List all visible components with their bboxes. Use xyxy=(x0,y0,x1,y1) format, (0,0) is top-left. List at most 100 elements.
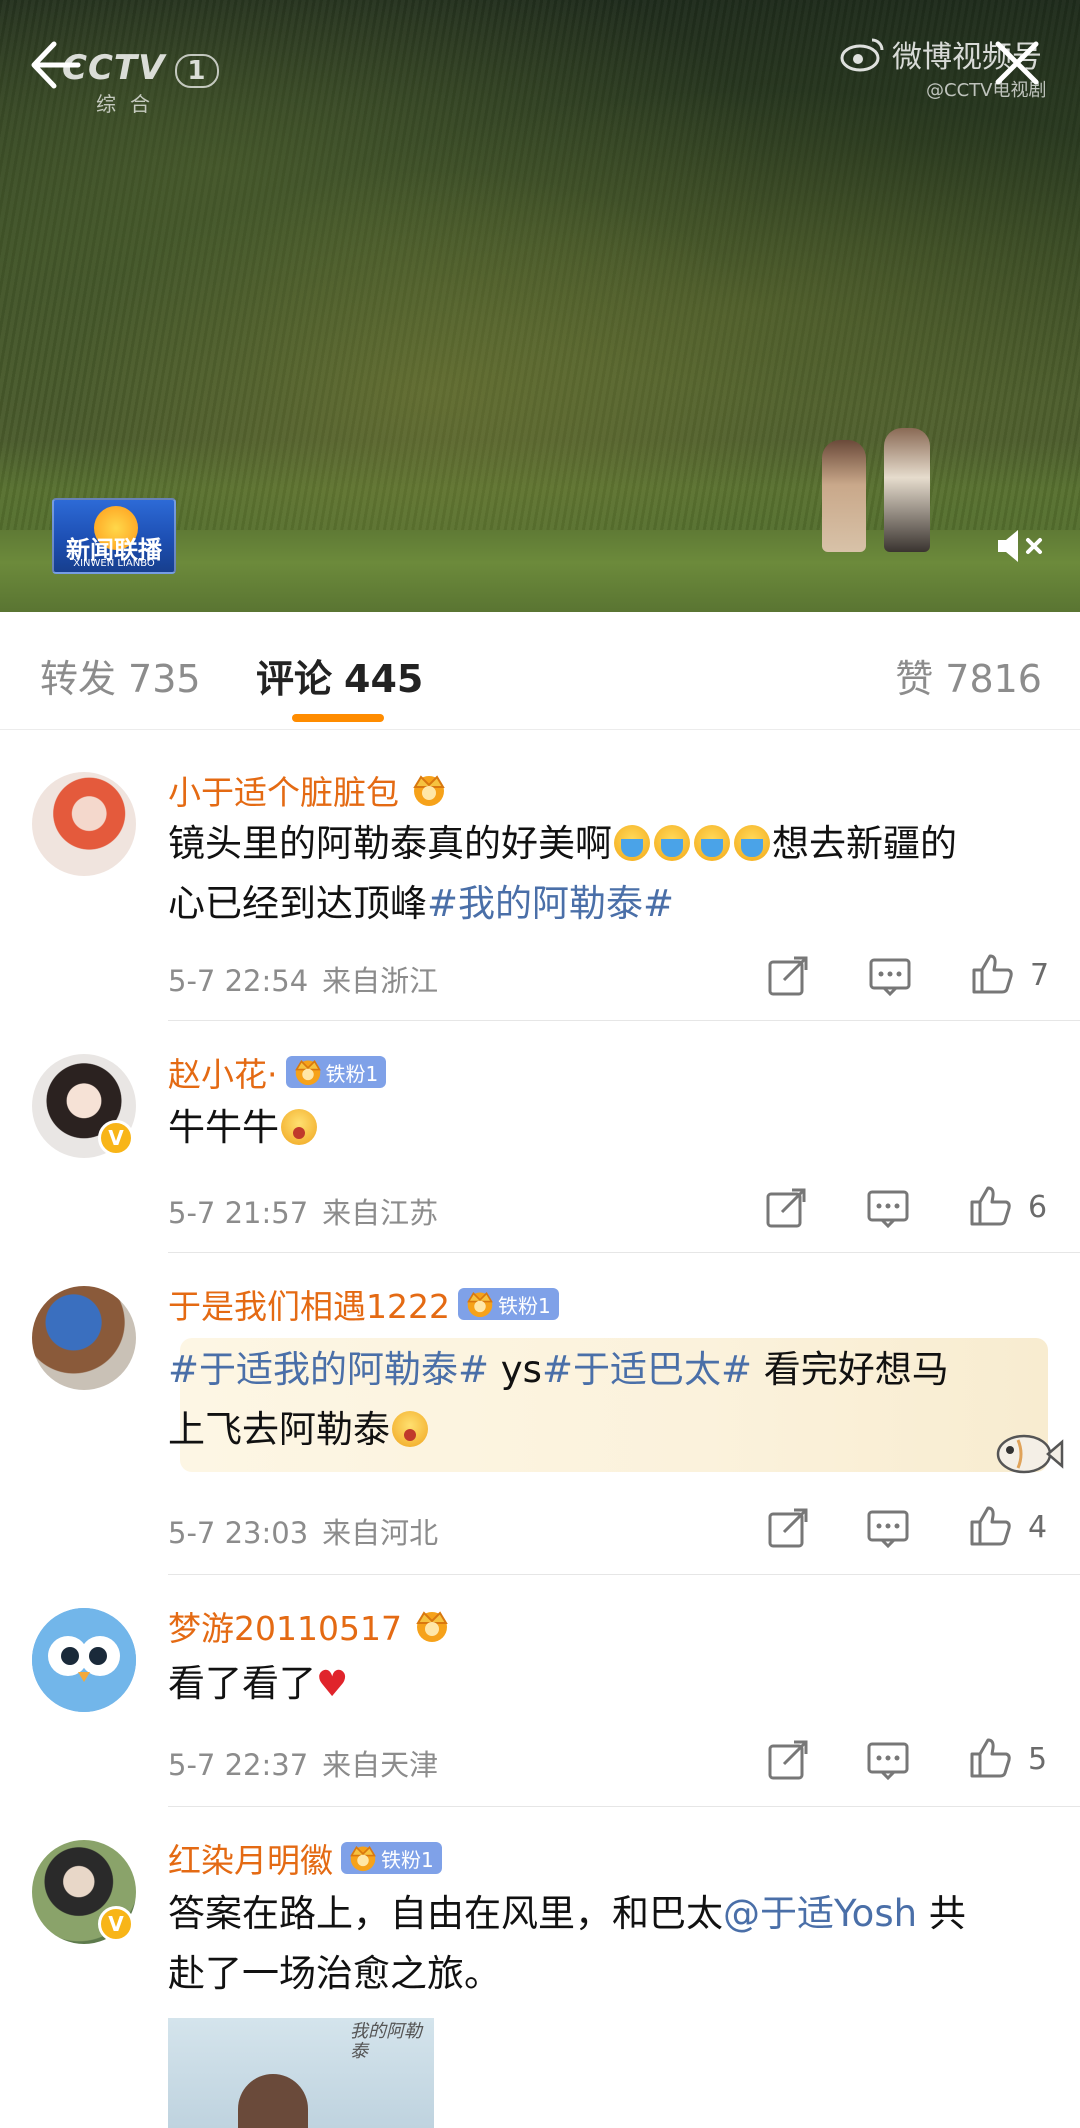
like-count: 4 xyxy=(1028,1510,1048,1545)
hashtag-link[interactable]: #于适巴太# xyxy=(542,1348,752,1391)
comment-divider xyxy=(168,1574,1080,1575)
username[interactable]: 于是我们相遇1222 xyxy=(168,1280,450,1328)
user-mention-link[interactable]: @于适Yosh xyxy=(723,1892,917,1935)
comment-text: 看了看了♥ xyxy=(168,1654,1048,1715)
comment-time: 5-7 22:54 xyxy=(168,964,309,998)
weibo-logo-icon xyxy=(840,38,884,72)
thumb-up-icon[interactable] xyxy=(968,1184,1012,1228)
comment-meta: 5-7 21:57 来自江苏 xyxy=(168,1190,438,1232)
comment-divider xyxy=(168,1806,1080,1807)
comment-location: 来自江苏 xyxy=(322,1196,439,1230)
comment-text-part: 想去新疆的 xyxy=(772,822,957,865)
crying-emoji-icon xyxy=(734,825,770,861)
crown-icon xyxy=(413,775,445,806)
cctv-channel-number: 1 xyxy=(175,54,219,88)
video-player[interactable]: CCTV 1 综合 微博视频号 @CCTV电视剧 新闻联播 XINWEN LIAN… xyxy=(0,0,1080,612)
crying-emoji-icon xyxy=(654,825,690,861)
awestruck-emoji-icon xyxy=(392,1411,428,1447)
like-count: 7 xyxy=(1030,958,1050,993)
tab-comments-count: 445 xyxy=(344,657,424,701)
heart-emoji-icon: ♥ xyxy=(316,1664,349,1705)
back-arrow-icon[interactable] xyxy=(24,36,82,94)
program-logo-pinyin: XINWEN LIANBO xyxy=(73,558,155,569)
thumb-up-icon[interactable] xyxy=(968,1504,1012,1548)
comment-icon[interactable] xyxy=(866,1506,910,1550)
comment-text-part: 赴了一场治愈之旅。 xyxy=(168,1952,501,1995)
fan-badge-label: 铁粉1 xyxy=(325,1061,379,1086)
fan-badge-label: 铁粉1 xyxy=(381,1847,434,1872)
tab-reposts[interactable]: 转发 735 xyxy=(40,648,201,703)
fan-badge-label: 铁粉1 xyxy=(497,1293,551,1318)
awestruck-emoji-icon xyxy=(281,1109,317,1145)
comment-header: 小于适个脏脏包 xyxy=(168,768,451,812)
comment-header: 赵小花· 铁粉1 xyxy=(168,1048,387,1096)
comment-text: 镜头里的阿勒泰真的好美啊 想去新疆的 心已经到达顶峰#我的阿勒泰# xyxy=(168,814,1048,934)
comment-header: 于是我们相遇1222 铁粉1 xyxy=(168,1282,559,1326)
verified-badge-icon: V xyxy=(98,1906,134,1942)
close-icon[interactable] xyxy=(990,36,1044,90)
comment-image-caption: 我的阿勒泰 xyxy=(350,2021,422,2062)
fish-sticker-icon xyxy=(996,1434,1064,1474)
comment-location: 来自天津 xyxy=(322,1748,439,1782)
comment-text: 牛牛牛 xyxy=(168,1098,1048,1158)
tab-likes-count: 7816 xyxy=(945,657,1042,701)
comment-meta: 5-7 23:03 来自河北 xyxy=(168,1510,438,1552)
comment-text-part: 上飞去阿勒泰 xyxy=(168,1408,390,1451)
post-tabs: 转发 735 评论 445 赞 7816 xyxy=(0,612,1080,730)
tab-likes[interactable]: 赞 7816 xyxy=(895,648,1042,703)
username[interactable]: 红染月明徽 xyxy=(168,1834,333,1882)
crown-icon xyxy=(467,1292,493,1318)
owl-avatar-icon xyxy=(32,1608,136,1712)
fan-badge: 铁粉1 xyxy=(457,1288,559,1320)
avatar[interactable] xyxy=(32,1286,136,1390)
comment-image[interactable]: 我的阿勒泰 xyxy=(168,2018,434,2128)
video-figure-left xyxy=(822,440,866,552)
username[interactable]: 梦游20110517 xyxy=(168,1602,402,1650)
comment-text-part: 共 xyxy=(917,1892,966,1935)
like-count: 5 xyxy=(1028,1742,1048,1777)
share-icon[interactable] xyxy=(766,1506,810,1550)
comment-time: 5-7 22:37 xyxy=(168,1748,309,1782)
avatar[interactable] xyxy=(32,1608,136,1712)
username[interactable]: 小于适个脏脏包 xyxy=(168,766,399,814)
comment-header: 红染月明徽 铁粉1 xyxy=(168,1836,442,1880)
comment-icon[interactable] xyxy=(866,1186,910,1230)
like-count: 6 xyxy=(1028,1190,1048,1225)
comment-time: 5-7 23:03 xyxy=(168,1516,309,1550)
verified-badge-icon: V xyxy=(98,1120,134,1156)
mute-icon[interactable] xyxy=(994,524,1046,568)
comment-text-part: 看了看了 xyxy=(168,1662,316,1705)
comment-divider xyxy=(168,1020,1080,1021)
crying-emoji-icon xyxy=(614,825,650,861)
fan-badge: 铁粉1 xyxy=(285,1056,387,1088)
comment-meta: 5-7 22:54 来自浙江 xyxy=(168,958,438,1000)
hashtag-link[interactable]: #于适我的阿勒泰# xyxy=(168,1348,489,1391)
crown-icon xyxy=(350,1846,376,1872)
avatar[interactable] xyxy=(32,772,136,876)
comment-text-part: 镜头里的阿勒泰真的好美啊 xyxy=(168,822,612,865)
comment-header: 梦游20110517 xyxy=(168,1604,454,1648)
comment-text-part: 答案在路上，自由在风里，和巴太 xyxy=(168,1892,723,1935)
comment-icon[interactable] xyxy=(868,954,912,998)
username[interactable]: 赵小花· xyxy=(168,1048,278,1096)
tab-comments-label: 评论 xyxy=(256,657,333,701)
tab-comments[interactable]: 评论 445 xyxy=(256,648,423,703)
crying-emoji-icon xyxy=(694,825,730,861)
thumb-up-icon[interactable] xyxy=(968,1736,1012,1780)
share-icon[interactable] xyxy=(764,1186,808,1230)
comment-text-part: ys xyxy=(489,1348,542,1391)
cctv-channel-sub: 综合 xyxy=(96,92,164,116)
crown-icon xyxy=(416,1611,448,1642)
comment-text-part: 看完好想马 xyxy=(751,1348,949,1391)
comment-icon[interactable] xyxy=(866,1738,910,1782)
share-icon[interactable] xyxy=(766,954,810,998)
comment-time: 5-7 21:57 xyxy=(168,1196,309,1230)
cctv-channel-logo: CCTV 1 xyxy=(62,48,219,88)
hashtag-link[interactable]: #我的阿勒泰# xyxy=(427,882,674,925)
video-figure-right xyxy=(884,428,930,552)
active-tab-indicator xyxy=(292,714,384,722)
crown-icon xyxy=(294,1060,321,1086)
share-icon[interactable] xyxy=(766,1738,810,1782)
thumb-up-icon[interactable] xyxy=(970,952,1014,996)
comment-text: 答案在路上，自由在风里，和巴太@于适Yosh 共赴了一场治愈之旅。 xyxy=(168,1884,1048,2004)
